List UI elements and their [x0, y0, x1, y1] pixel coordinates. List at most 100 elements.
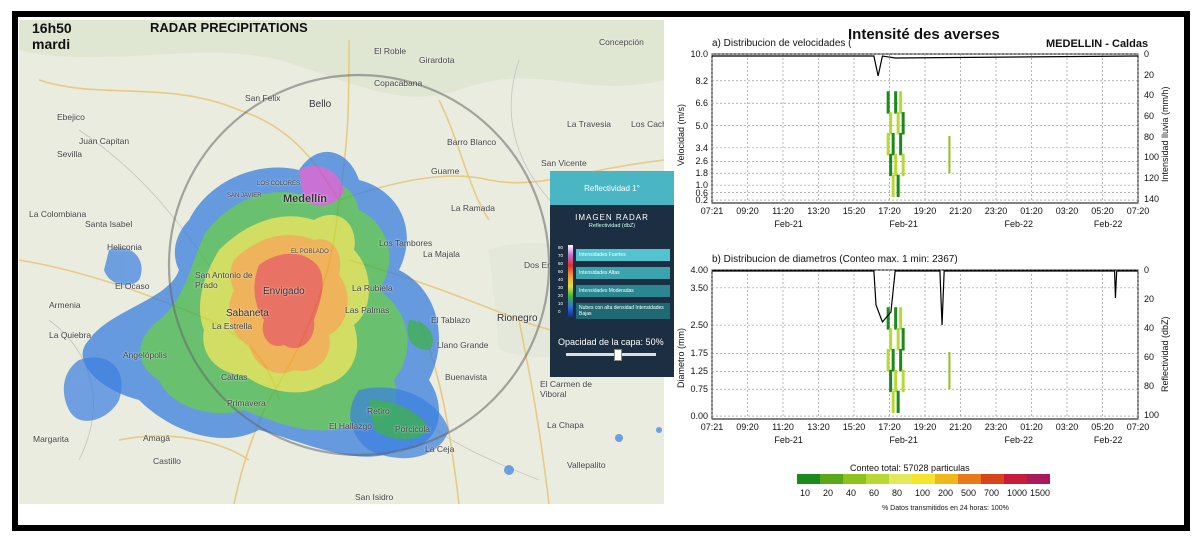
place-label: San Vicente	[541, 158, 587, 168]
legend-scale-value: 0	[558, 309, 561, 314]
x-tick-label: 15:20	[842, 422, 866, 432]
heatmap-cell	[948, 351, 951, 390]
heatmap-cell	[891, 132, 895, 156]
legend-scale-value: 10	[558, 301, 564, 306]
legend-item: Intensidades Moderadas	[576, 285, 670, 297]
y2-tick-label: 20	[1144, 293, 1155, 304]
heatmap-cell	[901, 328, 905, 351]
place-label: Sabaneta	[226, 308, 269, 319]
x-tick-label: 01:20	[1020, 206, 1043, 216]
x-tick-label: 07:21	[700, 206, 724, 216]
radar-title: RADAR PRECIPITATIONS	[150, 20, 308, 35]
x-date-label: Feb-21	[774, 219, 803, 229]
chart-main-title: Intensité des averses	[848, 26, 1000, 43]
opacity-slider-handle[interactable]	[614, 349, 622, 361]
x-tick-label: 15:20	[842, 206, 866, 216]
y-tick-label: 10.0	[690, 49, 708, 59]
heatmap-cell	[886, 348, 890, 372]
x-tick-label: 21:20	[949, 206, 972, 216]
legend-scale-value: 80	[558, 245, 564, 250]
heatmap-cell	[889, 153, 893, 177]
y-tick-label: 1.75	[690, 348, 708, 359]
y2-tick-label: 40	[1144, 90, 1155, 101]
place-label: Medellín	[283, 193, 328, 205]
y-tick-label: 0.00	[690, 411, 708, 422]
radar-time: 16h50	[32, 20, 72, 36]
heatmap-cell	[894, 91, 898, 114]
opacity-slider[interactable]	[566, 349, 656, 361]
place-label: LOS COLORES	[257, 181, 301, 187]
colorbar-level: 10	[800, 488, 811, 498]
transmission-note: % Datos transmitidos en 24 horas: 100%	[882, 505, 1009, 512]
colorbar-level: 100	[915, 488, 931, 498]
heatmap-cell	[896, 174, 900, 198]
legend-header[interactable]: Reflectividad 1°	[550, 171, 674, 205]
place-label: Vallepalito	[567, 460, 606, 470]
y2-tick-label: 0	[1144, 49, 1150, 59]
legend-scale-value: 20	[558, 293, 564, 298]
place-label: Juan Capitan	[79, 136, 130, 146]
x-tick-label: 17:20	[878, 206, 901, 216]
heatmap-cell	[899, 348, 903, 372]
colorbar-level: 1000	[1007, 488, 1028, 498]
heatmap-cell	[901, 112, 905, 135]
place-label: Amagá	[143, 433, 170, 443]
y2-tick-label: 20	[1144, 69, 1155, 80]
x-tick-label: 19:20	[913, 206, 937, 216]
heatmap-cell	[894, 307, 898, 330]
place-label: La Estrella	[212, 321, 253, 331]
x-tick-label: 03:20	[1055, 206, 1079, 216]
place-label: Copacabana	[374, 78, 423, 88]
heatmap-cell	[891, 390, 895, 414]
colorbar-swatch	[1027, 474, 1050, 484]
colorbar-swatch	[797, 474, 820, 484]
place-label: Primavera	[227, 398, 266, 408]
chart-a-y2label: Intensidad lluvia (mm/h)	[1160, 86, 1170, 182]
place-label: Llano Grande	[437, 340, 489, 350]
legend-scale-value: 60	[558, 261, 564, 266]
heatmap-cell	[886, 307, 890, 330]
chart-b-title: b) Distribucion de diametros (Conteo max…	[712, 254, 958, 265]
heatmap-cell	[889, 369, 893, 393]
heatmap-cell	[886, 132, 890, 156]
heatmap-cell	[894, 153, 898, 177]
place-label: Los Tambores	[379, 238, 433, 248]
x-date-label: Feb-21	[889, 435, 918, 445]
x-tick-label: 13:20	[807, 206, 830, 216]
x-tick-label: 05:20	[1091, 206, 1114, 216]
y-tick-label: 2.6	[695, 156, 708, 167]
place-label: Ebejico	[57, 112, 85, 122]
place-label: El Hallazgo	[329, 421, 372, 431]
y-tick-label: 8.2	[695, 75, 708, 86]
y-tick-label: 2.50	[690, 320, 708, 331]
place-label: Angelópolis	[123, 350, 167, 360]
x-tick-label: 03:20	[1055, 422, 1079, 432]
opacity-label: Opacidad de la capa: 50%	[558, 337, 664, 347]
y2-tick-label: 80	[1144, 131, 1155, 142]
colorbar-swatch	[820, 474, 843, 484]
legend-scale-value: 70	[558, 253, 564, 258]
x-tick-label: 13:20	[807, 422, 830, 432]
x-tick-label: 09:20	[736, 206, 759, 216]
colorbar-level: 200	[938, 488, 954, 498]
heatmap-cell	[896, 328, 900, 351]
colorbar-title: Conteo total: 57028 particulas	[850, 463, 970, 473]
heatmap-cell	[894, 369, 898, 393]
radar-day: mardi	[32, 36, 71, 52]
place-label: Caldas	[221, 372, 248, 382]
y2-tick-label: 100	[1144, 152, 1160, 163]
station-name: MEDELLIN - Caldas	[1046, 38, 1149, 50]
heatmap-cell	[948, 135, 951, 174]
place-label: EL POBLADO	[291, 249, 329, 255]
x-tick-label: 23:20	[984, 206, 1008, 216]
colorbar-level: 500	[961, 488, 977, 498]
y-tick-label: 6.6	[695, 98, 708, 109]
x-tick-label: 09:20	[736, 422, 759, 432]
place-label: Retiro	[367, 406, 390, 416]
colorbar-level: 40	[846, 488, 857, 498]
y-tick-label: 1.25	[690, 366, 708, 377]
legend-scale-value: 50	[558, 269, 564, 274]
colorbar-level: 20	[823, 488, 834, 498]
x-tick-label: 23:20	[984, 422, 1008, 432]
colorbar-swatch	[981, 474, 1004, 484]
